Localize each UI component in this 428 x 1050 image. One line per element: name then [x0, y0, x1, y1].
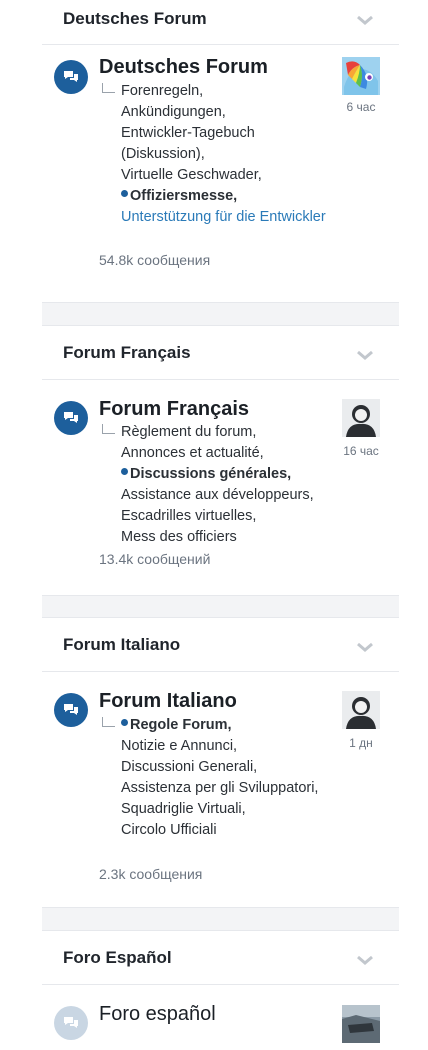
subforum-link[interactable]: Notizie e Annunci, — [121, 738, 237, 754]
section-gap — [42, 596, 399, 618]
subforum-list: Regole Forum, Notizie e Annunci, Discuss… — [102, 715, 336, 841]
subforum-link[interactable]: Escadrilles virtuelles, — [121, 508, 256, 524]
subforum-link[interactable]: Assistenza per gli Sviluppatori, — [121, 780, 318, 796]
message-count: 54.8k сообщения — [99, 252, 211, 268]
subforum-link[interactable]: Circolo Ufficiali — [121, 822, 217, 838]
subforum-link[interactable]: Annonces et actualité, — [121, 445, 264, 461]
forum-title[interactable]: Deutsches Forum — [99, 56, 268, 79]
subforum-link-unread[interactable]: Discussions générales, — [130, 466, 291, 482]
subforum-link-highlight[interactable]: Unterstützung für die Entwickler — [121, 209, 326, 225]
last-post-time[interactable]: 16 час — [332, 444, 390, 458]
subforum-link[interactable]: Assistance aux développeurs, — [121, 487, 314, 503]
section-gap — [42, 303, 399, 325]
subforum-link-unread[interactable]: Regole Forum, — [130, 717, 232, 733]
subforum-list: Règlement du forum, Annonces et actualit… — [102, 422, 351, 548]
category-italiano: Forum Italiano Forum Italiano Regole For… — [42, 617, 399, 908]
unread-dot-icon — [121, 190, 128, 197]
subforum-link[interactable]: Règlement du forum, — [121, 424, 256, 440]
subforum-link[interactable]: Forenregeln, — [121, 83, 203, 99]
forum-title[interactable]: Forum Italiano — [99, 690, 237, 713]
comments-icon — [54, 60, 88, 94]
subforum-link[interactable]: Virtuelle Geschwader, — [121, 167, 262, 183]
message-count: 2.3k сообщения — [99, 866, 203, 882]
chevron-down-icon[interactable] — [355, 345, 375, 365]
subforum-hook-icon — [102, 424, 115, 434]
default-user-avatar[interactable] — [342, 691, 380, 729]
category-title[interactable]: Foro Español — [63, 948, 172, 968]
unread-dot-icon — [121, 468, 128, 475]
category-header[interactable]: Forum Français — [42, 326, 399, 380]
category-deutsch: Deutsches Forum Deutsches Forum Forenreg… — [42, 0, 399, 303]
default-user-avatar[interactable] — [342, 399, 380, 437]
forum-node: Forum Italiano Regole Forum, Notizie e A… — [42, 672, 399, 909]
category-header[interactable]: Deutsches Forum — [42, 0, 399, 45]
subforum-hook-icon — [102, 717, 115, 727]
photo-avatar[interactable] — [342, 1005, 380, 1043]
unread-dot-icon — [121, 719, 128, 726]
category-title[interactable]: Deutsches Forum — [63, 9, 207, 29]
forum-list: Deutsches Forum Deutsches Forum Forenreg… — [0, 0, 428, 1050]
comments-icon — [54, 693, 88, 727]
chevron-down-icon[interactable] — [355, 950, 375, 970]
comments-icon — [54, 401, 88, 435]
category-header[interactable]: Forum Italiano — [42, 618, 399, 672]
subforum-link[interactable]: Ankündigungen, — [121, 104, 226, 120]
category-title[interactable]: Forum Français — [63, 343, 191, 363]
subforum-hook-icon — [102, 83, 115, 93]
section-gap — [42, 908, 399, 930]
category-francais: Forum Français Forum Français Règlement … — [42, 325, 399, 596]
category-espanol: Foro Español Foro español — [42, 930, 399, 1050]
category-header[interactable]: Foro Español — [42, 931, 399, 985]
subforum-link[interactable]: Squadriglie Virtuali, — [121, 801, 246, 817]
forum-node: Foro español — [42, 985, 399, 1045]
forum-title[interactable]: Forum Français — [99, 398, 249, 421]
forum-node: Deutsches Forum Forenregeln, Ankündigung… — [42, 45, 399, 304]
last-post-time[interactable]: 6 час — [332, 100, 390, 114]
category-title[interactable]: Forum Italiano — [63, 635, 180, 655]
subforum-link[interactable]: Discussioni Generali, — [121, 759, 257, 775]
forum-node: Forum Français Règlement du forum, Annon… — [42, 380, 399, 597]
subforum-link[interactable]: Mess des officiers — [121, 529, 237, 545]
comments-icon — [54, 1006, 88, 1040]
chevron-down-icon[interactable] — [355, 637, 375, 657]
subforum-link-unread[interactable]: Offiziersmesse, — [130, 188, 237, 204]
last-post-time[interactable]: 1 дн — [332, 736, 390, 750]
subforum-list: Forenregeln, Ankündigungen, Entwickler-T… — [102, 81, 336, 228]
subforum-link[interactable]: Entwickler-Tagebuch (Diskussion), — [121, 125, 255, 162]
rainbow-pony-avatar[interactable] — [342, 57, 380, 95]
forum-title[interactable]: Foro español — [99, 1003, 216, 1026]
chevron-down-icon[interactable] — [355, 10, 375, 30]
message-count: 13.4k сообщений — [99, 551, 211, 567]
